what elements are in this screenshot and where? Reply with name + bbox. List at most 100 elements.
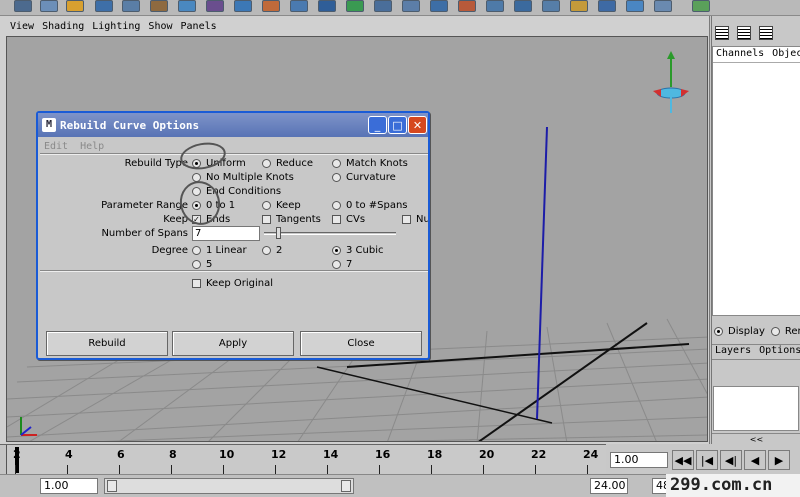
shelf-tool-icon[interactable] [430,0,448,12]
viewport-menubar: View Shading Lighting Show Panels [4,18,217,34]
step-back-key-button[interactable]: |◀ [696,450,718,470]
grid-axis-back [316,366,553,424]
shelf-tool-icon[interactable] [402,0,420,12]
degree-label: Degree [151,245,188,256]
display-label: Display [728,326,765,337]
shelf-tool-icon[interactable] [95,0,113,12]
radio-render-indicator [770,327,780,336]
parameter-range-0-to-spans-radio[interactable]: 0 to #Spans [332,200,408,211]
tick-label: 18 [427,448,443,461]
minimize-button[interactable]: _ [368,116,387,134]
shelf-tool-icon[interactable] [458,0,476,12]
range-slider[interactable] [104,478,354,494]
rebuild-type-curvature-radio[interactable]: Curvature [332,172,396,183]
shelf-tool-icon[interactable] [206,0,224,12]
close-window-button[interactable]: ✕ [408,116,427,134]
shelf-tool-icon[interactable] [598,0,616,12]
tool-settings-toggle-icon[interactable] [759,26,773,40]
menu-help[interactable]: Help [80,141,104,152]
time-slider[interactable]: 2 4 6 8 10 12 14 16 18 20 22 24 [0,444,606,475]
range-end-handle[interactable] [341,480,351,492]
layer-type-radio-row: Display Ren [714,326,800,337]
number-of-spans-slider-thumb[interactable] [276,227,281,239]
shelf-tool-icon[interactable] [654,0,672,12]
channel-box-toggle-icon[interactable] [715,26,729,40]
number-of-spans-slider[interactable] [264,232,396,235]
go-to-start-button[interactable]: ◀◀ [672,450,694,470]
tick-label: 16 [375,448,391,461]
menu-panels[interactable]: Panels [181,21,217,32]
rebuild-button[interactable]: Rebuild [46,331,168,356]
shelf-tool-icon[interactable] [290,0,308,12]
shelf-tool-icon[interactable] [178,0,196,12]
shelf-tool-icon[interactable] [14,0,32,12]
step-back-frame-button[interactable]: ◀| [720,450,742,470]
menu-layers[interactable]: Layers [715,345,751,359]
shelf-tool-icon[interactable] [40,0,58,12]
shelf-bar [0,0,800,16]
shelf-tool-icon[interactable] [318,0,336,12]
degree-2-radio[interactable]: 2 [262,245,282,256]
menu-edit[interactable]: Edit [44,141,68,152]
tick-label: 14 [323,448,339,461]
menu-channels[interactable]: Channels [716,48,764,61]
range-start-handle[interactable] [107,480,117,492]
shelf-tool-icon[interactable] [234,0,252,12]
degree-1-linear-radio[interactable]: 1 Linear [192,245,247,256]
rebuild-type-match-knots-radio[interactable]: Match Knots [332,158,408,169]
keep-cvs-checkbox[interactable]: CVs [332,214,365,225]
shelf-tool-icon[interactable] [542,0,560,12]
keep-num-spans-checkbox[interactable]: Nu [402,214,428,225]
tick-label: 2 [13,448,21,461]
menu-object[interactable]: Object [772,48,800,61]
play-backwards-button[interactable]: ◀ [744,450,766,470]
play-forwards-button[interactable]: ▶ [768,450,790,470]
shelf-tool-icon[interactable] [262,0,280,12]
radio-display-indicator [714,327,723,336]
parameter-range-keep-radio[interactable]: Keep [262,200,301,211]
layer-list[interactable] [713,386,799,431]
degree-3-cubic-radio[interactable]: 3 Cubic [332,245,384,256]
current-frame-field[interactable]: 1.00 [610,452,668,468]
close-button[interactable]: Close [300,331,422,356]
shelf-tool-icon[interactable] [570,0,588,12]
menu-show[interactable]: Show [148,21,172,32]
apply-button[interactable]: Apply [172,331,294,356]
render-layer-radio[interactable]: Ren [770,326,800,337]
shelf-tool-icon[interactable] [514,0,532,12]
attribute-editor-toggle-icon[interactable] [737,26,751,40]
number-of-spans-field[interactable]: 7 [192,226,260,241]
keep-tangents-checkbox[interactable]: Tangents [262,214,321,225]
rebuild-type-no-multiple-knots-radio[interactable]: No Multiple Knots [192,172,294,183]
collapse-button[interactable]: << [712,433,800,444]
menu-view[interactable]: View [10,21,34,32]
shelf-tool-icon[interactable] [486,0,504,12]
dialog-options-area: Rebuild Type Uniform Reduce Match Knots … [40,155,428,325]
animation-start-field[interactable]: 1.00 [40,478,98,494]
playback-end-field[interactable]: 24.00 [590,478,628,494]
shelf-tool-icon[interactable] [374,0,392,12]
shelf-tool-icon[interactable] [150,0,168,12]
degree-5-radio[interactable]: 5 [192,259,212,270]
shelf-tool-icon[interactable] [626,0,644,12]
number-of-spans-label: Number of Spans [101,228,188,239]
divider [40,270,428,272]
rebuild-type-reduce-radio[interactable]: Reduce [262,158,313,169]
playback-controls: ◀◀ |◀ ◀| ◀ ▶ [672,450,790,470]
maximize-button[interactable]: □ [388,116,407,134]
menu-lighting[interactable]: Lighting [92,21,140,32]
channel-box-panel: Channels Object Display Ren Layers Optio… [711,16,800,444]
shelf-tool-icon[interactable] [66,0,84,12]
shelf-tool-icon[interactable] [346,0,364,12]
shelf-tool-icon[interactable] [122,0,140,12]
tick-label: 6 [117,448,125,461]
tick-label: 8 [169,448,177,461]
degree-7-radio[interactable]: 7 [332,259,352,270]
time-ruler[interactable]: 2 4 6 8 10 12 14 16 18 20 22 24 [6,445,606,475]
shelf-tool-icon[interactable] [692,0,710,12]
keep-original-checkbox[interactable]: Keep Original [192,278,273,289]
menu-layer-options[interactable]: Options [759,345,800,359]
display-layer-radio[interactable]: Display [714,326,765,337]
menu-shading[interactable]: Shading [42,21,84,32]
channel-box-toolbar [712,24,800,42]
